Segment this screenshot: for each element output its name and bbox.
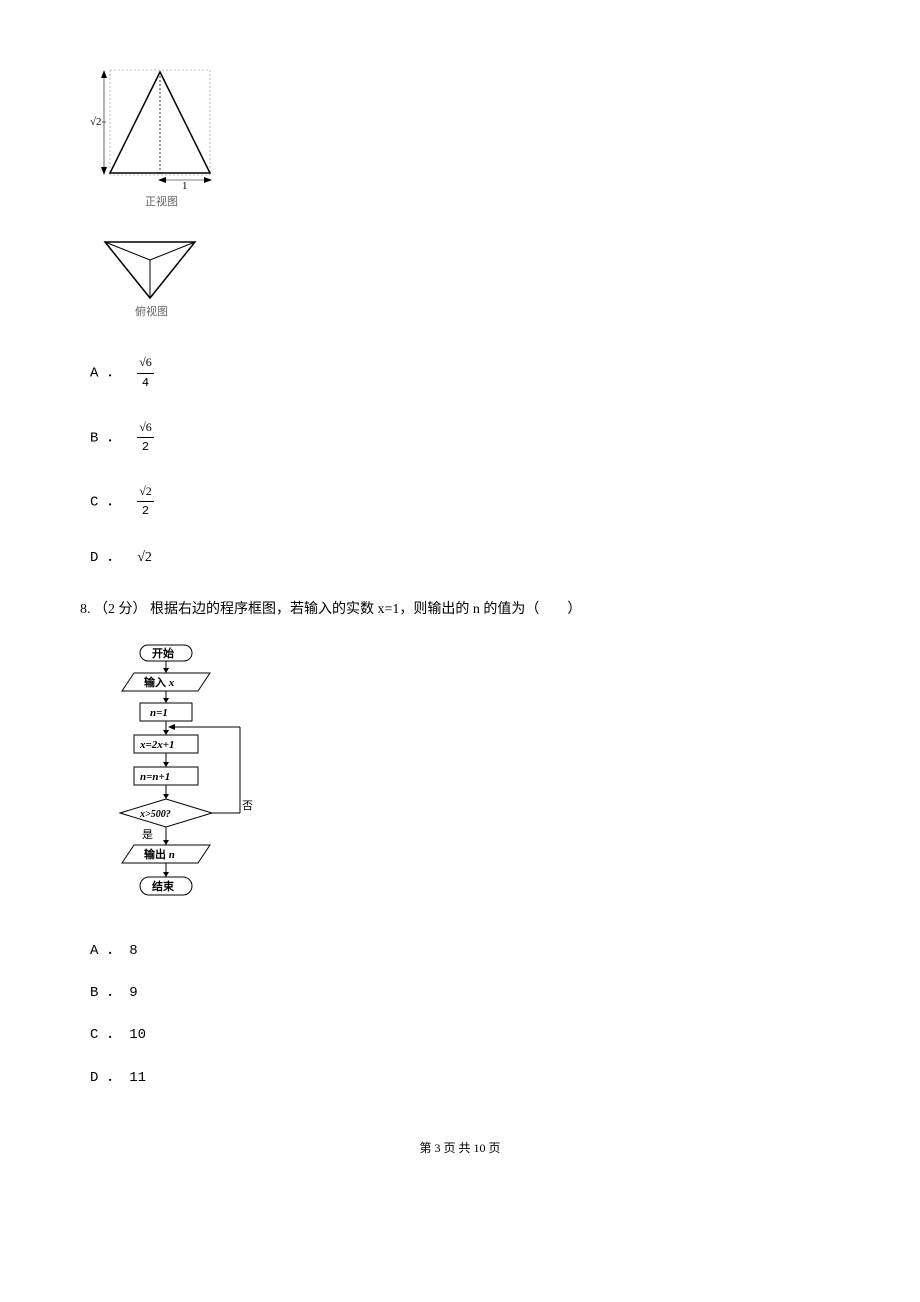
question-text: 根据右边的程序框图，若输入的实数 x=1，则输出的 n 的值为（ ） [150, 602, 581, 617]
numerator: √6 [137, 353, 154, 373]
option-label: D ． [90, 550, 121, 566]
option-label: D ． [90, 1070, 121, 1086]
fraction: √6 2 [137, 418, 154, 457]
numerator: √2 [137, 482, 154, 502]
q7-top-view-figure: 俯视图 [95, 230, 840, 328]
svg-text:输出 n: 输出 n [144, 847, 175, 861]
denominator: 2 [137, 438, 154, 457]
svg-text:x>500?: x>500? [139, 809, 171, 820]
numerator: √6 [137, 418, 154, 438]
svg-text:开始: 开始 [152, 646, 174, 660]
q8-option-c: C ． 10 [90, 1024, 840, 1046]
denominator: 2 [137, 502, 154, 521]
top-view-caption: 俯视图 [135, 304, 168, 318]
svg-text:n=n+1: n=n+1 [140, 771, 170, 783]
height-label: √2 [90, 116, 102, 128]
q7-front-view-figure: √2 1 正视图 [90, 60, 840, 210]
q8-stem: 8. （2 分） 根据右边的程序框图，若输入的实数 x=1，则输出的 n 的值为… [80, 599, 840, 621]
q8-option-b: B ． 9 [90, 982, 840, 1004]
svg-text:是: 是 [142, 828, 153, 841]
page-footer: 第 3 页 共 10 页 [80, 1139, 840, 1158]
option-value: 8 [129, 943, 137, 959]
svg-text:n=1: n=1 [150, 707, 168, 719]
q8-option-a: A ． 8 [90, 940, 840, 962]
option-value: 11 [129, 1070, 146, 1086]
option-value: 10 [129, 1027, 146, 1043]
q7-option-a: A ． √6 4 [90, 353, 840, 392]
q8-option-d: D ． 11 [90, 1067, 840, 1089]
q7-option-c: C ． √2 2 [90, 482, 840, 521]
option-label: B ． [90, 985, 121, 1001]
option-value: 9 [129, 985, 137, 1001]
denominator: 4 [137, 374, 154, 393]
q8-flowchart: 开始 输入 x n=1 x=2x+1 n=n+1 x>500? 否 是 输出 n [100, 641, 840, 919]
option-label: A ． [90, 366, 121, 382]
front-view-caption: 正视图 [145, 194, 178, 208]
svg-text:输入 x: 输入 x [144, 675, 175, 689]
option-label: C ． [90, 1027, 121, 1043]
question-number: 8. [80, 602, 91, 617]
base-label: 1 [182, 180, 188, 192]
fraction: √2 2 [137, 482, 154, 521]
svg-text:否: 否 [242, 800, 253, 812]
option-label: B ． [90, 430, 121, 446]
option-label: C ． [90, 495, 121, 511]
q7-option-b: B ． √6 2 [90, 418, 840, 457]
fraction: √6 4 [137, 353, 154, 392]
svg-text:x=2x+1: x=2x+1 [139, 739, 175, 751]
svg-text:结束: 结束 [151, 879, 175, 893]
q7-option-d: D ． √2 [90, 547, 840, 569]
option-label: A ． [90, 943, 121, 959]
option-value: √2 [137, 550, 152, 565]
question-points: （2 分） [94, 602, 147, 617]
